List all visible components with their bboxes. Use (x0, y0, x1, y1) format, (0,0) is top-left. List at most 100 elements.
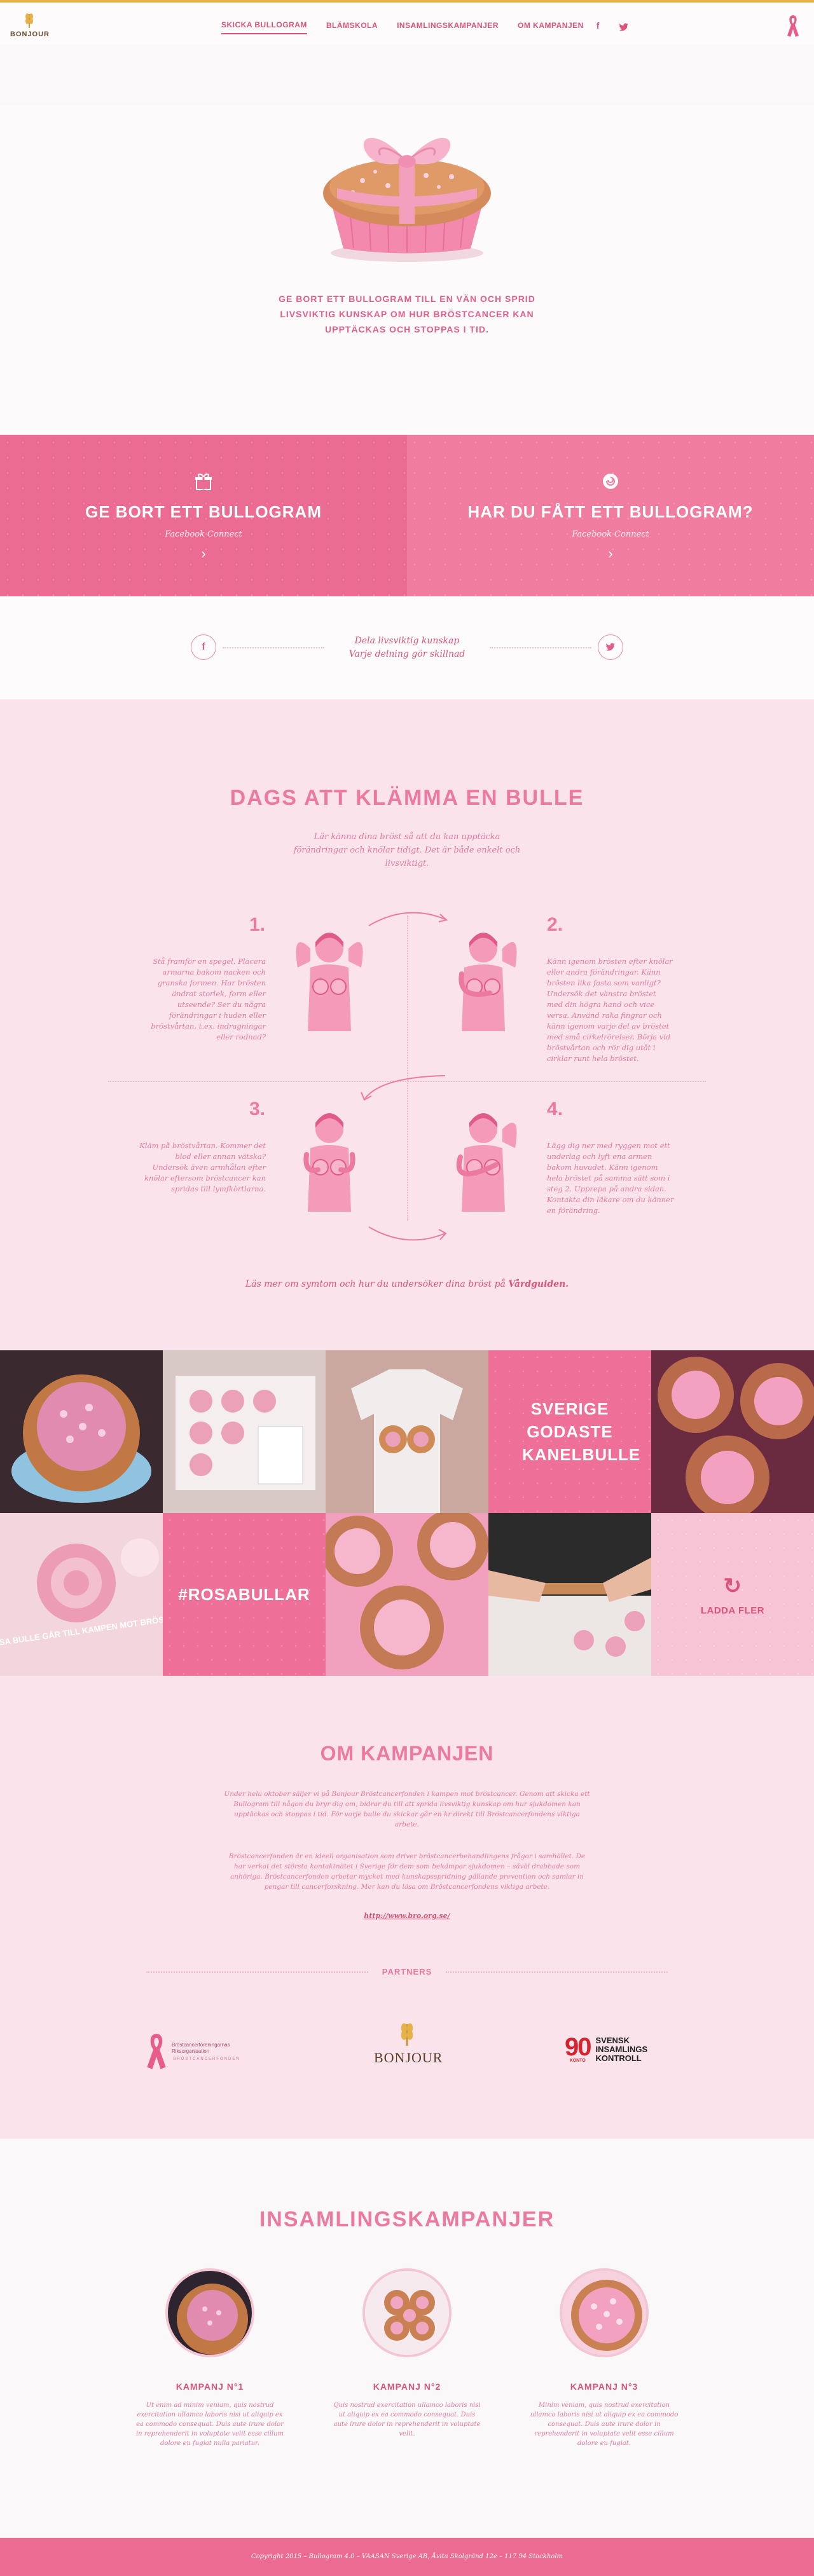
campaign-card-1[interactable]: KAMPANJ N°1 Ut enim ad minim veniam, qui… (134, 2268, 286, 2448)
facebook-share-button[interactable]: f (191, 634, 216, 660)
gallery-photo-baking-tray[interactable] (163, 1350, 326, 1513)
gallery-photo-rolling-dough[interactable] (488, 1513, 651, 1676)
about-paragraph-1: Under hela oktober säljer vi på Bonjour … (224, 1790, 590, 1828)
facebook-icon[interactable]: f (597, 20, 600, 34)
hashtag-text: #ROSABULLAR (178, 1585, 310, 1604)
share-text: Dela livsviktig kunskap Varje delning gö… (331, 634, 483, 661)
step-number-3: 3. (249, 1099, 266, 1120)
cta-received-bullogram[interactable]: HAR DU FÅTT ETT BULLOGRAM? Facebook Conn… (407, 435, 814, 596)
woman-figure-squeezing (303, 1113, 355, 1212)
campaign-image (165, 2268, 254, 2357)
share-section: f Dela livsviktig kunskap Varje delning … (0, 596, 814, 699)
cta-section: GE BORT ETT BULLOGRAM Facebook Connect ›… (0, 435, 814, 596)
pink-ribbon-icon (787, 15, 799, 37)
campaign-image (362, 2268, 452, 2357)
campaign-text: Ut enim ad minim veniam, quis nostrud ex… (135, 2402, 284, 2447)
load-more-button[interactable]: ↻ LADDA FLER (651, 1513, 814, 1676)
campaign-name: KAMPANJ N°3 (570, 2381, 638, 2392)
gallery-tile-text: SVERIGE GODASTE KANELBULLE (522, 1399, 641, 1464)
nav-klamskola[interactable]: BLÄMSKOLA (326, 21, 378, 34)
main-nav: SKICKA BULLOGRAM BLÄMSKOLA INSAMLINGSKAM… (221, 20, 629, 34)
wheat-icon (401, 2023, 413, 2046)
section-intro: Lär känna dina bröst så att du kan upptä… (293, 832, 521, 868)
partner-3-line-1: SVENSK (595, 2035, 630, 2045)
gallery-photo-rosa-bulle[interactable]: VARJE ROSA BULLE GÅR TILL KAMPEN MOT BRÖ… (0, 1513, 163, 1676)
gallery-photo-bun[interactable] (0, 1350, 163, 1513)
campaign-text: Quis nostrud exercitation ullamco labori… (333, 2402, 481, 2437)
cta-title: HAR DU FÅTT ETT BULLOGRAM? (467, 502, 754, 521)
campaign-text: Minim veniam, quis nostrud exercitation … (530, 2402, 679, 2447)
photo-gallery: SVERIGE GODASTE KANELBULLE VARJE ROSA BU… (0, 1350, 814, 1676)
campaign-image (560, 2268, 649, 2357)
dotted-divider (490, 647, 591, 648)
step-number-2: 2. (547, 914, 563, 935)
chevron-right-icon: › (201, 545, 206, 561)
campaign-card-2[interactable]: KAMPANJ N°2 Quis nostrud exercitation ul… (331, 2268, 483, 2439)
partner-2-name: BONJOUR (374, 2050, 443, 2066)
about-paragraph-2: Bröstcancerfonden är en ideell organisat… (228, 1853, 586, 1891)
site-footer: Copyright 2015 – Bullogram 4.0 – VAASAN … (0, 2538, 814, 2576)
vardguiden-link[interactable]: Vårdguiden. (508, 1279, 569, 1289)
nav-skicka-bullogram[interactable]: SKICKA BULLOGRAM (221, 20, 307, 34)
partner-logo-brostcancer[interactable]: Bröstcancerföreningarnas Riksorganisatio… (145, 2032, 242, 2071)
logo-text: BONJOUR (10, 31, 50, 38)
load-more-label: LADDA FLER (700, 1605, 765, 1616)
partner-1-small: BRÖSTCANCERFONDEN (173, 2057, 240, 2061)
curved-arrow-icon (361, 1075, 446, 1101)
gallery-hashtag-tile[interactable]: #ROSABULLAR (163, 1513, 326, 1676)
twitter-icon[interactable] (619, 23, 629, 32)
bonjour-logo[interactable]: BONJOUR (10, 11, 50, 38)
site-header: BONJOUR SKICKA BULLOGRAM BLÄMSKOLA INSAM… (0, 3, 814, 45)
twitter-icon (605, 643, 615, 651)
dotted-divider (223, 647, 324, 648)
section-title: OM KAMPANJEN (320, 1742, 494, 1765)
gallery-text-tile: SVERIGE GODASTE KANELBULLE (488, 1350, 651, 1513)
nav-om-kampanjen[interactable]: OM KAMPANJEN (518, 21, 584, 34)
share-line-1: Dela livsviktig kunskap (354, 636, 460, 646)
partner-logo-svensk-insamlingskontroll[interactable]: 90 KONTO SVENSK INSAMLINGS KONTROLL (565, 2033, 648, 2063)
reload-icon: ↻ (723, 1573, 742, 1598)
step-number-4: 4. (547, 1099, 563, 1120)
partner-3-line-3: KONTROLL (595, 2053, 642, 2063)
dotted-divider-vertical (407, 915, 408, 1221)
campaigns-section: INSAMLINGSKAMPANJER KAMPANJ N°1 Ut enim … (0, 2139, 814, 2538)
woman-figure-arms-raised (296, 933, 363, 1031)
step-text-4: Lägg dig ner med ryggen mot ett underlag… (547, 1141, 674, 1215)
partners-divider: PARTNERS (146, 1967, 668, 1977)
gallery-photo-buns-closeup[interactable] (651, 1350, 814, 1513)
gallery-photo-donuts[interactable] (326, 1513, 488, 1676)
cta-sub: Facebook Connect (572, 530, 649, 539)
gallery-photo-tshirt[interactable] (326, 1350, 488, 1513)
about-section: OM KAMPANJEN Under hela oktober säljer v… (0, 1676, 814, 2139)
woman-figure-examining (459, 933, 517, 1031)
campaign-name: KAMPANJ N°2 (373, 2381, 441, 2392)
nav-insamlingskampanjer[interactable]: INSAMLINGSKAMPANJER (397, 21, 499, 34)
campaign-card-3[interactable]: KAMPANJ N°3 Minim veniam, quis nostrud e… (528, 2268, 680, 2448)
pink-ribbon-icon (147, 2034, 166, 2069)
partner-logo-bonjour[interactable]: BONJOUR (374, 2019, 443, 2066)
cta-sub: Facebook Connect (165, 530, 242, 539)
pink-bun-gift-image (323, 137, 491, 262)
woman-figure-armpit-check (456, 1113, 517, 1212)
step-text-2: Känn igenom brösten efter knölar eller a… (547, 957, 673, 1063)
guide-prefix: Läs mer om symtom och hur du undersöker … (245, 1279, 506, 1289)
guide-text: Läs mer om symtom och hur du undersöker … (0, 1279, 814, 1289)
wheat-icon (25, 13, 33, 28)
cta-give-bullogram[interactable]: GE BORT ETT BULLOGRAM Facebook Connect › (0, 435, 407, 596)
footer-copyright: Copyright 2015 – Bullogram 4.0 – VAASAN … (251, 2553, 563, 2560)
section-title: INSAMLINGSKAMPANJER (259, 2207, 555, 2231)
bro-link[interactable]: http://www.bro.org.se/ (0, 1912, 814, 1920)
hero-section: GE BORT ETT BULLOGRAM TILL EN VÄN OCH SP… (0, 106, 814, 435)
step-text-3: Kläm på bröstvårtan. Kommer det blod ell… (139, 1141, 266, 1193)
step-number-1: 1. (249, 914, 266, 935)
campaign-name: KAMPANJ N°1 (176, 2381, 244, 2392)
cta-title: GE BORT ETT BULLOGRAM (85, 502, 322, 521)
partner-3-line-2: INSAMLINGS (595, 2044, 648, 2054)
self-exam-section: DAGS ATT KLÄMMA EN BULLE Lär känna dina … (0, 699, 814, 1350)
facebook-icon: f (202, 641, 205, 652)
gift-icon (0, 472, 407, 493)
twitter-share-button[interactable] (598, 634, 623, 660)
partner-3-number: 90 (565, 2033, 591, 2061)
bun-icon (407, 472, 814, 493)
hero-tagline: GE BORT ETT BULLOGRAM TILL EN VÄN OCH SP… (279, 294, 535, 334)
